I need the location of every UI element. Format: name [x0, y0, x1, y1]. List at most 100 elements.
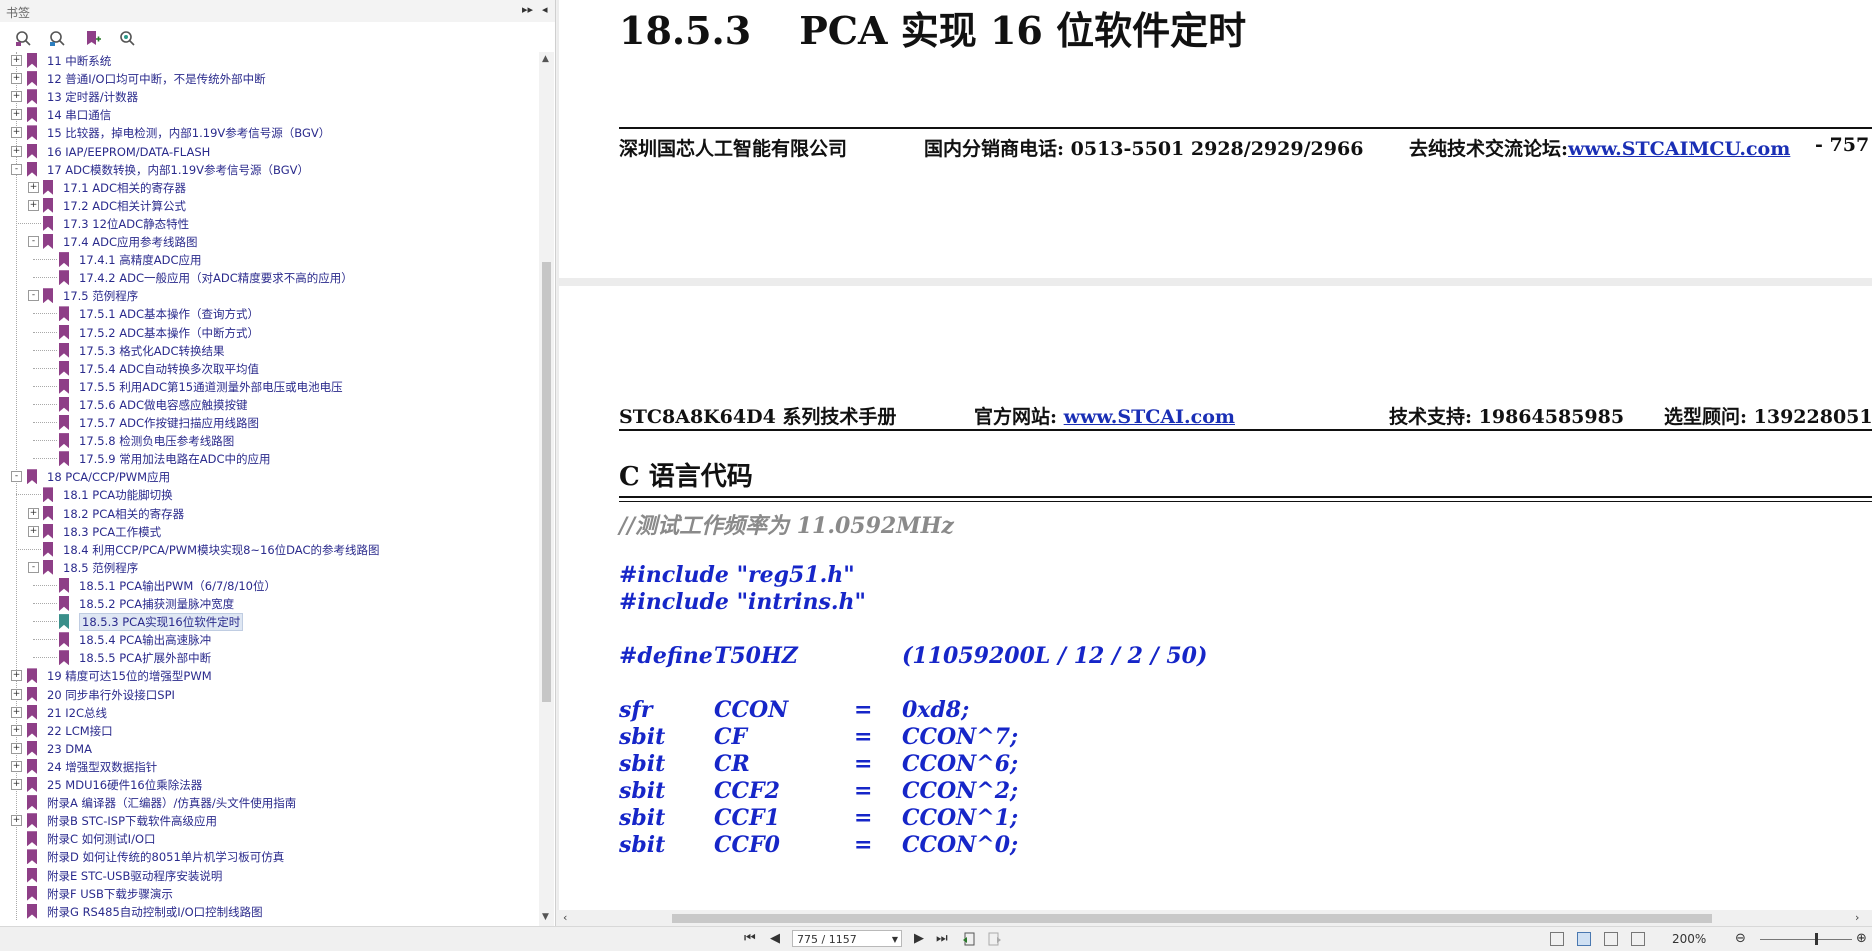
expand-toggle-icon[interactable]: + [11, 91, 22, 102]
document-view[interactable]: 18.5.3PCA 实现 16 位软件定时 深圳国芯人工智能有限公司 国内分销商… [557, 0, 1872, 912]
document-horizontal-scrollbar[interactable]: ‹ › [557, 910, 1872, 926]
expand-toggle-icon[interactable]: + [11, 127, 22, 138]
bookmark-item[interactable]: 附录C 如何测试I/O口 [0, 830, 538, 848]
scroll-down-icon[interactable]: ▼ [542, 912, 549, 922]
bookmark-item[interactable]: 附录G RS485自动控制或I/O口控制线路图 [0, 903, 538, 921]
bookmark-item[interactable]: +附录B STC-ISP下载软件高级应用 [0, 812, 538, 830]
continuous-view-icon[interactable] [1577, 932, 1591, 946]
collapse-toggle-icon[interactable]: - [11, 164, 22, 175]
bookmark-item[interactable]: +17.2 ADC相关计算公式 [0, 197, 538, 215]
bookmark-item[interactable]: +12 普通I/O口均可中断，不是传统外部中断 [0, 70, 538, 88]
bookmark-item[interactable]: 17.4.1 高精度ADC应用 [0, 251, 538, 269]
bookmark-item[interactable]: +18.2 PCA相关的寄存器 [0, 505, 538, 523]
zoom-out-icon[interactable]: ⊖ [1735, 931, 1746, 947]
expand-toggle-icon[interactable]: + [11, 743, 22, 754]
facing-view-icon[interactable] [1604, 932, 1618, 946]
bookmark-item[interactable]: +21 I2C总线 [0, 704, 538, 722]
bookmark-item[interactable]: +附录H STC工具使用说明书 [0, 921, 538, 922]
bookmark-item[interactable]: +13 定时器/计数器 [0, 88, 538, 106]
document-scroll-thumb[interactable] [672, 914, 1712, 923]
bookmark-item[interactable]: +11 中断系统 [0, 52, 538, 70]
bookmark-item[interactable]: +16 IAP/EEPROM/DATA-FLASH [0, 143, 538, 161]
bookmark-item[interactable]: -18.5 范例程序 [0, 559, 538, 577]
bookmark-item[interactable]: 17.3 12位ADC静态特性 [0, 215, 538, 233]
collapse-toggle-icon[interactable]: - [28, 236, 39, 247]
expand-toggle-icon[interactable]: + [28, 526, 39, 537]
expand-toggle-icon[interactable]: + [11, 707, 22, 718]
bookmark-item[interactable]: 附录D 如何让传统的8051单片机学习板可仿真 [0, 848, 538, 866]
expand-toggle-icon[interactable]: + [28, 200, 39, 211]
header-website-link[interactable]: www.STCAI.com [1064, 406, 1235, 428]
bookmark-item[interactable]: +19 精度可达15位的增强型PWM [0, 667, 538, 685]
bookmark-item[interactable]: -18 PCA/CCP/PWM应用 [0, 468, 538, 486]
bookmark-item[interactable]: 17.5.8 检测负电压参考线路图 [0, 432, 538, 450]
bookmark-collapse-icon[interactable] [48, 29, 66, 47]
scroll-right-icon[interactable]: › [1855, 911, 1859, 924]
panel-options-icon[interactable]: ▸▸ [522, 3, 533, 16]
bookmark-item[interactable]: +14 串口通信 [0, 106, 538, 124]
find-bookmark-icon[interactable] [118, 29, 136, 47]
bookmark-item[interactable]: -17.5 范例程序 [0, 287, 538, 305]
continuous-facing-view-icon[interactable] [1631, 932, 1645, 946]
expand-toggle-icon[interactable]: + [11, 55, 22, 66]
add-bookmark-icon[interactable] [84, 29, 102, 47]
bookmark-item[interactable]: 17.5.4 ADC自动转换多次取平均值 [0, 360, 538, 378]
previous-page-icon[interactable]: ◀ [770, 931, 780, 947]
bookmark-item[interactable]: 17.5.6 ADC做电容感应触摸按键 [0, 396, 538, 414]
bookmark-expand-icon[interactable] [14, 29, 32, 47]
expand-toggle-icon[interactable]: + [11, 109, 22, 120]
bookmark-item[interactable]: +24 增强型双数据指针 [0, 758, 538, 776]
expand-toggle-icon[interactable]: + [11, 779, 22, 790]
footer-forum-link[interactable]: www.STCAIMCU.com [1568, 138, 1790, 160]
zoom-slider-knob[interactable] [1815, 933, 1818, 945]
zoom-in-icon[interactable]: ⊕ [1856, 931, 1867, 947]
bookmark-item[interactable]: 17.5.3 格式化ADC转换结果 [0, 342, 538, 360]
bookmark-item[interactable]: +17.1 ADC相关的寄存器 [0, 179, 538, 197]
bookmark-item[interactable]: -17.4 ADC应用参考线路图 [0, 233, 538, 251]
expand-toggle-icon[interactable]: + [11, 146, 22, 157]
bookmark-item[interactable]: 18.4 利用CCP/PCA/PWM模块实现8~16位DAC的参考线路图 [0, 541, 538, 559]
bookmark-item[interactable]: 17.4.2 ADC一般应用（对ADC精度要求不高的应用） [0, 269, 538, 287]
bookmarks-scroll-thumb[interactable] [542, 262, 551, 702]
bookmark-item[interactable]: 附录A 编译器（汇编器）/仿真器/头文件使用指南 [0, 794, 538, 812]
bookmark-item[interactable]: 附录F USB下载步骤演示 [0, 885, 538, 903]
page-number-input[interactable]: 775 / 1157 ▼ [792, 930, 902, 947]
bookmark-item[interactable]: +22 LCM接口 [0, 722, 538, 740]
expand-toggle-icon[interactable]: + [11, 670, 22, 681]
scroll-up-icon[interactable]: ▲ [542, 54, 549, 64]
bookmark-item[interactable]: 17.5.1 ADC基本操作（查询方式） [0, 305, 538, 323]
bookmark-item-selected[interactable]: 18.5.3 PCA实现16位软件定时 [0, 613, 538, 631]
expand-toggle-icon[interactable]: + [11, 725, 22, 736]
next-page-icon[interactable]: ▶ [914, 931, 924, 947]
bookmarks-scrollbar[interactable]: ▲ ▼ [539, 52, 554, 926]
expand-toggle-icon[interactable]: + [11, 689, 22, 700]
bookmark-item[interactable]: 附录E STC-USB驱动程序安装说明 [0, 867, 538, 885]
bookmark-item[interactable]: +15 比较器，掉电检测，内部1.19V参考信号源（BGV） [0, 124, 538, 142]
bookmark-item[interactable]: 17.5.7 ADC作按键扫描应用线路图 [0, 414, 538, 432]
bookmark-item[interactable]: +20 同步串行外设接口SPI [0, 686, 538, 704]
zoom-level[interactable]: 200% [1672, 932, 1706, 946]
page-dropdown-icon[interactable]: ▼ [892, 931, 898, 948]
collapse-toggle-icon[interactable]: - [11, 471, 22, 482]
expand-toggle-icon[interactable]: + [11, 761, 22, 772]
bookmark-item[interactable]: 18.5.5 PCA扩展外部中断 [0, 649, 538, 667]
expand-toggle-icon[interactable]: + [28, 182, 39, 193]
bookmark-item[interactable]: 17.5.2 ADC基本操作（中断方式） [0, 324, 538, 342]
bookmark-item[interactable]: 17.5.9 常用加法电路在ADC中的应用 [0, 450, 538, 468]
bookmark-item[interactable]: 18.5.1 PCA输出PWM（6/7/8/10位） [0, 577, 538, 595]
last-page-icon[interactable]: ⏭ [936, 931, 948, 947]
collapse-toggle-icon[interactable]: - [28, 562, 39, 573]
bookmark-item[interactable]: 18.5.4 PCA输出高速脉冲 [0, 631, 538, 649]
scroll-left-icon[interactable]: ‹ [563, 911, 567, 924]
collapse-toggle-icon[interactable]: - [28, 290, 39, 301]
bookmark-item[interactable]: 17.5.5 利用ADC第15通道测量外部电压或电池电压 [0, 378, 538, 396]
expand-toggle-icon[interactable]: + [11, 815, 22, 826]
zoom-slider[interactable] [1760, 939, 1852, 940]
first-page-icon[interactable]: ⏮ [744, 931, 756, 947]
single-page-view-icon[interactable] [1550, 932, 1564, 946]
bookmark-item[interactable]: -17 ADC模数转换，内部1.19V参考信号源（BGV） [0, 161, 538, 179]
bookmark-item[interactable]: 18.5.2 PCA捕获测量脉冲宽度 [0, 595, 538, 613]
bookmark-item[interactable]: +25 MDU16硬件16位乘除法器 [0, 776, 538, 794]
bookmark-item[interactable]: +18.3 PCA工作模式 [0, 523, 538, 541]
expand-toggle-icon[interactable]: + [28, 508, 39, 519]
